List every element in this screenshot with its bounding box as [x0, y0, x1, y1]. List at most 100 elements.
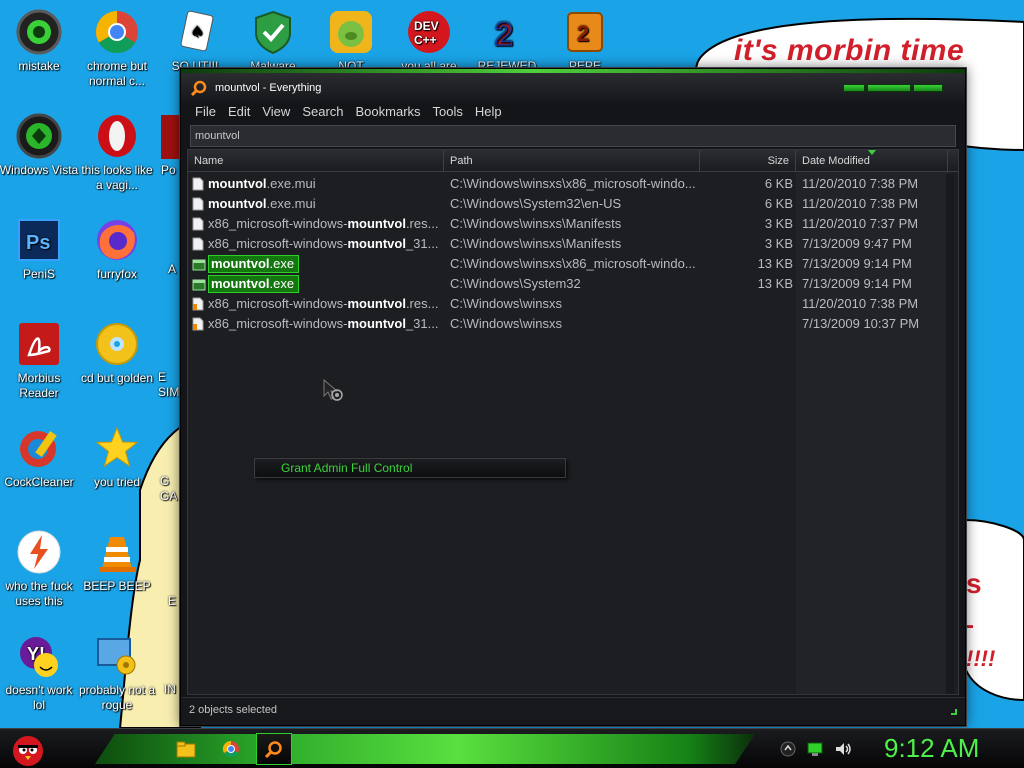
- result-row[interactable]: x86_microsoft-windows-mountvol_31... C:\W…: [188, 314, 948, 334]
- desktop-icon-vlc[interactable]: BEEP BEEP: [77, 528, 157, 594]
- taskbar-clock[interactable]: 9:12 AM: [884, 733, 979, 764]
- opera-icon: [93, 112, 141, 160]
- star-icon: [93, 424, 141, 472]
- menu-search[interactable]: Search: [296, 103, 349, 121]
- result-name: mountvol .exe: [192, 274, 442, 294]
- column-headers: Name Path Size Date Modified: [188, 150, 958, 172]
- result-date-modified: 11/20/2010 7:38 PM: [802, 296, 919, 311]
- svg-text:2: 2: [495, 16, 513, 52]
- taskbar-everything-button[interactable]: [256, 733, 292, 765]
- result-filename: x86_microsoft-windows-mountvol.res...: [208, 296, 439, 311]
- column-header-size[interactable]: Size: [700, 150, 796, 172]
- svg-text:2: 2: [577, 21, 589, 46]
- context-menu[interactable]: Grant Admin Full Control: [254, 458, 566, 478]
- desktop-icon-cd[interactable]: cd but golden: [77, 320, 157, 386]
- result-row[interactable]: mountvol .exe C:\Windows\winsxs\x86_micros…: [188, 254, 948, 274]
- menu-bookmarks[interactable]: Bookmarks: [350, 103, 427, 121]
- result-name: mountvol .exe: [192, 254, 442, 274]
- column-header-path[interactable]: Path: [444, 150, 700, 172]
- desktop-icon-partial-po[interactable]: Po: [145, 112, 185, 178]
- file-icon: [192, 217, 204, 231]
- menu-help[interactable]: Help: [469, 103, 508, 121]
- result-row[interactable]: mountvol .exe C:\Windows\System32 13 KB 7/13…: [188, 274, 948, 294]
- wallpaper-fragment-2: -: [966, 612, 974, 639]
- desktop-icon-mistake[interactable]: mistake: [0, 8, 79, 74]
- wallpaper-fragment-1: s: [966, 568, 982, 599]
- taskbar-chrome-button[interactable]: [213, 733, 249, 765]
- desktop-icon-chrome[interactable]: chrome but normal c...: [77, 8, 157, 89]
- desktop-icon-windows-vista[interactable]: Windows Vista: [0, 112, 79, 178]
- desktop-icon-ccleaner[interactable]: CockCleaner: [0, 424, 79, 490]
- minimize-button[interactable]: [843, 84, 865, 92]
- chrome-icon: [93, 8, 141, 56]
- result-row[interactable]: mountvol.exe.mui C:\Windows\winsxs\x86_mi…: [188, 174, 948, 194]
- result-date-modified: 7/13/2009 9:14 PM: [802, 256, 912, 271]
- result-filename: x86_microsoft-windows-mountvol.res...: [208, 216, 439, 231]
- desktop-icon-yahoo[interactable]: Y! doesn't work lol: [0, 632, 79, 713]
- result-filename: mountvol .exe: [208, 275, 300, 293]
- malware-icon: [249, 8, 297, 56]
- menu-file[interactable]: File: [189, 103, 222, 121]
- desktop-icon-photoshop[interactable]: Ps PeniS: [0, 216, 79, 282]
- title-bar[interactable]: mountvol - Everything: [181, 73, 965, 103]
- network-icon[interactable]: [806, 741, 824, 757]
- close-button[interactable]: [913, 84, 943, 92]
- desktop-icon-morbius-reader[interactable]: Morbius Reader: [0, 320, 79, 401]
- resize-grip[interactable]: [951, 709, 957, 715]
- everything-search-icon: [265, 741, 282, 758]
- results-list[interactable]: Name Path Size Date Modified mountvol.ex…: [187, 149, 959, 695]
- result-name: x86_microsoft-windows-mountvol_31...: [192, 234, 442, 254]
- desktop-icon-firefox[interactable]: furryfox: [77, 216, 157, 282]
- desktop-icon-malware[interactable]: Malware: [233, 8, 313, 74]
- desktop-icon-solitaire[interactable]: ♠ SO UTIII: [155, 8, 235, 74]
- file-icon: [192, 237, 204, 251]
- cd-icon: [93, 320, 141, 368]
- result-filename: mountvol.exe.mui: [208, 176, 316, 191]
- menu-edit[interactable]: Edit: [222, 103, 256, 121]
- pepe-icon: 2: [561, 8, 609, 56]
- result-row[interactable]: mountvol.exe.mui C:\Windows\System32\en-U…: [188, 194, 948, 214]
- result-path: C:\Windows\winsxs: [450, 296, 562, 311]
- start-button[interactable]: [6, 729, 50, 768]
- result-size: 3 KB: [764, 236, 793, 251]
- column-header-name[interactable]: Name: [188, 150, 444, 172]
- result-size: 6 KB: [764, 176, 793, 191]
- desktop-icon-rogue[interactable]: probably not a rogue: [77, 632, 157, 713]
- result-row[interactable]: x86_microsoft-windows-mountvol_31... C:\W…: [188, 234, 948, 254]
- volume-icon[interactable]: [834, 741, 852, 757]
- desktop-icon-dev-cpp[interactable]: DEV C++ you all are: [389, 8, 469, 74]
- grant-admin-full-control-item[interactable]: Grant Admin Full Control: [281, 461, 412, 475]
- status-bar: 2 objects selected: [181, 697, 965, 725]
- result-row[interactable]: x86_microsoft-windows-mountvol.res... C:\…: [188, 214, 948, 234]
- ccleaner-icon: [15, 424, 63, 472]
- mistake-icon: [15, 8, 63, 56]
- desktop-icon-star[interactable]: you tried: [77, 424, 157, 490]
- adobe-reader-icon: [15, 320, 63, 368]
- svg-text:C++: C++: [414, 33, 437, 47]
- result-name: mountvol.exe.mui: [192, 194, 442, 214]
- desktop-icon-rebewed[interactable]: 2 REJEWED: [467, 8, 547, 74]
- desktop-icon-flash[interactable]: who the fuck uses this: [0, 528, 79, 609]
- folder-icon: [192, 317, 204, 331]
- menu-tools[interactable]: Tools: [427, 103, 469, 121]
- search-input[interactable]: mountvol: [190, 125, 956, 147]
- folder-icon: [192, 297, 204, 311]
- desktop-icon-pepe[interactable]: 2 PEPE: [545, 8, 625, 74]
- svg-text:DEV: DEV: [414, 19, 439, 33]
- result-name: mountvol.exe.mui: [192, 174, 442, 194]
- up-arrow-icon[interactable]: [780, 741, 796, 757]
- maximize-button[interactable]: [867, 84, 911, 92]
- menu-view[interactable]: View: [256, 103, 296, 121]
- taskbar-explorer-button[interactable]: [168, 733, 204, 765]
- desktop-icon-bad-piggies[interactable]: NOT: [311, 8, 391, 74]
- result-row[interactable]: x86_microsoft-windows-mountvol.res... C:\…: [188, 294, 948, 314]
- result-date-modified: 7/13/2009 10:37 PM: [802, 316, 920, 331]
- solitaire-icon: ♠: [171, 8, 219, 56]
- file-icon: [192, 197, 204, 211]
- everything-window[interactable]: mountvol - Everything File Edit View Sea…: [180, 68, 966, 726]
- result-filename: mountvol .exe: [208, 255, 300, 273]
- everything-search-icon: [191, 80, 207, 96]
- vertical-scrollbar[interactable]: [946, 174, 954, 694]
- bad-piggies-icon: [327, 8, 375, 56]
- result-path: C:\Windows\System32: [450, 276, 581, 291]
